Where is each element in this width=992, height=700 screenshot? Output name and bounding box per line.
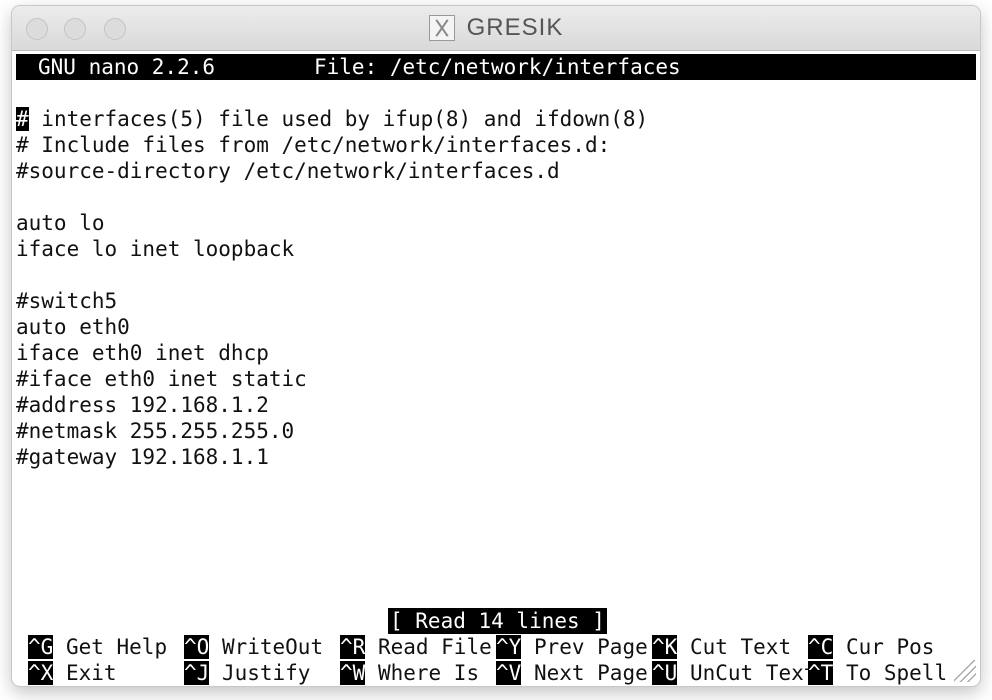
shortcut-cut-text[interactable]: ^K Cut Text — [652, 634, 791, 660]
nano-version: GNU nano 2.2.6 — [38, 55, 216, 79]
shortcut-read-file[interactable]: ^R Read File — [340, 634, 492, 660]
buffer-line[interactable]: #netmask 255.255.255.0 — [16, 418, 294, 444]
buffer-line[interactable]: #gateway 192.168.1.1 — [16, 444, 269, 470]
buffer-line[interactable]: #address 192.168.1.2 — [16, 392, 269, 418]
shortcut-justify[interactable]: ^J Justify — [184, 660, 310, 686]
buffer-line[interactable]: # interfaces(5) file used by ifup(8) and… — [16, 106, 648, 132]
status-message: [ Read 14 lines ] — [388, 608, 607, 634]
buffer-line[interactable]: #iface eth0 inet static — [16, 366, 307, 392]
terminal-window: GRESIK GNU nano 2.2.6 File: /etc/network… — [12, 6, 980, 686]
buffer-line[interactable]: auto eth0 — [16, 314, 130, 340]
shortcut-cur-pos[interactable]: ^C Cur Pos — [808, 634, 934, 660]
resize-grip-icon[interactable] — [954, 660, 976, 682]
text-cursor: # — [16, 107, 29, 131]
buffer-line[interactable]: iface eth0 inet dhcp — [16, 340, 269, 366]
shortcut-get-help[interactable]: ^G Get Help — [28, 634, 167, 660]
shortcut-uncut-text[interactable]: ^U UnCut Text — [652, 660, 816, 686]
buffer-line[interactable]: # Include files from /etc/network/interf… — [16, 132, 610, 158]
x11-icon — [428, 15, 455, 41]
shortcut-writeout[interactable]: ^O WriteOut — [184, 634, 323, 660]
buffer-line[interactable]: #source-directory /etc/network/interface… — [16, 158, 560, 184]
shortcut-to-spell[interactable]: ^T To Spell — [808, 660, 947, 686]
buffer-line[interactable]: #switch5 — [16, 288, 117, 314]
file-path: File: /etc/network/interfaces — [314, 55, 681, 79]
nano-status-bar: GNU nano 2.2.6 File: /etc/network/interf… — [16, 54, 976, 80]
shortcut-where-is[interactable]: ^W Where Is — [340, 660, 479, 686]
window-title: GRESIK — [466, 14, 564, 41]
shortcut-prev-page[interactable]: ^Y Prev Page — [496, 634, 648, 660]
title-bar[interactable]: GRESIK — [12, 6, 980, 51]
buffer-line[interactable]: iface lo inet loopback — [16, 236, 294, 262]
nano-editor[interactable]: GNU nano 2.2.6 File: /etc/network/interf… — [16, 54, 976, 685]
buffer-line[interactable]: auto lo — [16, 210, 105, 236]
shortcut-exit[interactable]: ^X Exit — [28, 660, 117, 686]
shortcut-next-page[interactable]: ^V Next Page — [496, 660, 648, 686]
